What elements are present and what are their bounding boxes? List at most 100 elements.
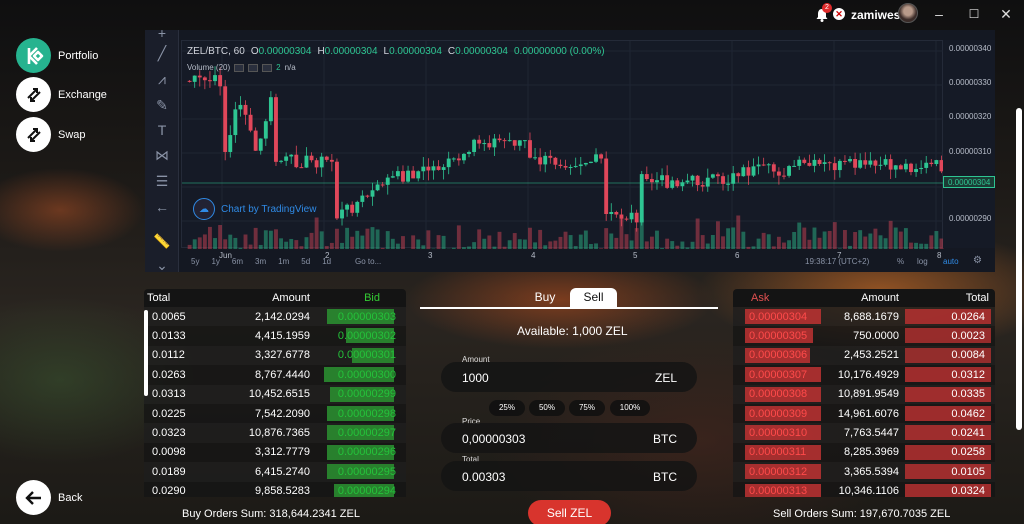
volume-bar xyxy=(355,230,360,249)
volume-bar xyxy=(812,227,817,249)
buy-order-row[interactable]: 0.0290 9,858.5283 0.00000294 xyxy=(144,481,406,497)
pattern-icon[interactable]: ⋈ xyxy=(153,146,171,164)
buy-cell-total: 0.0313 xyxy=(152,388,186,401)
percent-toggle[interactable]: % xyxy=(897,257,904,266)
buy-order-row[interactable]: 0.0263 8,767.4440 0.00000300 xyxy=(144,365,406,385)
sell-order-row[interactable]: 0.00000311 8,285.3969 0.0258 xyxy=(733,442,995,463)
auto-toggle[interactable]: auto xyxy=(943,257,959,266)
price-field[interactable]: 0,00000303 BTC xyxy=(441,423,697,453)
symbol-label[interactable]: ZEL/BTC, 60 xyxy=(187,46,245,57)
minimize-button[interactable]: – xyxy=(931,6,947,22)
back-arrow-icon[interactable]: ← xyxy=(153,198,171,216)
sell-order-row[interactable]: 0.00000307 10,176.4929 0.0312 xyxy=(733,365,995,385)
sell-order-row[interactable]: 0.00000313 10,346.1106 0.0324 xyxy=(733,481,995,497)
nav-item-back[interactable]: Back xyxy=(16,480,82,515)
brush-icon[interactable]: ✎ xyxy=(153,96,171,114)
sell-order-row[interactable]: 0.00000308 10,891.9549 0.0335 xyxy=(733,384,995,404)
buy-order-row[interactable]: 0.0323 10,876.7365 0.00000297 xyxy=(144,423,406,443)
volume-bar xyxy=(268,230,273,249)
candle-body xyxy=(289,154,294,157)
percent-75-button[interactable]: 75% xyxy=(569,400,605,416)
sell-order-row[interactable]: 0.00000312 3,365.5394 0.0105 xyxy=(733,462,995,482)
tradingview-badge[interactable]: ☁ Chart by TradingView xyxy=(193,198,316,220)
nav-item-portfolio[interactable]: Portfolio xyxy=(16,38,98,73)
total-field[interactable]: 0.00303 BTC xyxy=(441,461,697,491)
volume-bar xyxy=(853,232,858,249)
candle-body xyxy=(553,157,558,165)
buy-cell-bid: 0.00000294 xyxy=(337,485,396,497)
measure-icon[interactable]: ☰ xyxy=(153,172,171,190)
kucoin-logo-icon xyxy=(16,38,51,73)
buy-order-row[interactable]: 0.0133 4,415.1959 0.00000302 xyxy=(144,326,406,346)
candle-body xyxy=(624,218,629,220)
sell-cell-amount: 750.0000 xyxy=(853,330,899,343)
fib-icon[interactable]: ⩘ xyxy=(153,70,171,88)
close-button[interactable]: ✕ xyxy=(998,6,1014,22)
avatar[interactable] xyxy=(898,3,918,23)
drawing-toolbar: + ╱ ⩘ ✎ T ⋈ ☰ ← 📏 ⌄ xyxy=(145,25,179,274)
goto-button[interactable]: Go to... xyxy=(355,257,381,266)
username[interactable]: zamiwes xyxy=(851,8,900,22)
buy-cell-bid: 0.00000299 xyxy=(337,388,396,401)
buy-order-row[interactable]: 0.0065 2,142.0294 0.00000303 xyxy=(144,307,406,327)
remove-icon[interactable] xyxy=(262,63,273,72)
percent-100-button[interactable]: 100% xyxy=(610,400,650,416)
timeframe-1d[interactable]: 1d xyxy=(322,257,331,266)
notification-clear-icon[interactable]: ✕ xyxy=(833,8,845,20)
percent-25-button[interactable]: 25% xyxy=(489,400,525,416)
buy-book-header: Total Amount Bid xyxy=(144,289,406,307)
timeframe-5y[interactable]: 5y xyxy=(191,257,199,266)
volume-bar xyxy=(360,235,365,249)
sell-order-row[interactable]: 0.00000310 7,763.5447 0.0241 xyxy=(733,423,995,443)
tab-buy[interactable]: Buy xyxy=(527,288,563,307)
nav-item-exchange[interactable]: Exchange xyxy=(16,77,107,112)
ohlc-values: O0.00000304 H0.00000304 L0.00000304 C0.0000… xyxy=(251,46,611,57)
percent-50-button[interactable]: 50% xyxy=(529,400,565,416)
sell-order-row[interactable]: 0.00000309 14,961.6076 0.0462 xyxy=(733,403,995,424)
sell-zel-button[interactable]: Sell ZEL xyxy=(528,500,611,524)
candle-body xyxy=(197,75,202,78)
sell-order-row[interactable]: 0.00000306 2,453.2521 0.0084 xyxy=(733,345,995,366)
tradingview-logo-icon: ☁ xyxy=(193,198,215,220)
amount-field[interactable]: 1000 ZEL xyxy=(441,362,697,392)
sell-cell-ask: 0.00000308 xyxy=(749,388,808,401)
timeframe-5d[interactable]: 5d xyxy=(301,257,310,266)
candle-body xyxy=(741,167,746,177)
buy-order-row[interactable]: 0.0225 7,542.2090 0.00000298 xyxy=(144,403,406,424)
nav-item-swap[interactable]: Swap xyxy=(16,117,86,152)
settings-icon[interactable] xyxy=(248,63,259,72)
timeframe-3m[interactable]: 3m xyxy=(255,257,266,266)
sell-order-row[interactable]: 0.00000304 8,688.1679 0.0264 xyxy=(733,307,995,327)
timeframe-6m[interactable]: 6m xyxy=(232,257,243,266)
text-tool-icon[interactable]: T xyxy=(153,121,171,139)
visibility-icon[interactable] xyxy=(234,63,245,72)
tradingview-chart[interactable]: + ╱ ⩘ ✎ T ⋈ ☰ ← 📏 ⌄ ZEL/BTC, 60 O0.00000… xyxy=(145,25,995,274)
timeframe-1y[interactable]: 1y xyxy=(211,257,219,266)
trendline-icon[interactable]: ╱ xyxy=(153,44,171,62)
candle-body xyxy=(771,164,776,172)
back-arrow-icon xyxy=(16,480,51,515)
buy-order-row[interactable]: 0.0098 3,312.7779 0.00000296 xyxy=(144,442,406,463)
tab-sell[interactable]: Sell xyxy=(570,288,617,307)
buy-order-row[interactable]: 0.0189 6,415.2740 0.00000295 xyxy=(144,462,406,482)
candle-body xyxy=(208,80,212,82)
gear-icon[interactable]: ⚙ xyxy=(973,255,982,266)
log-toggle[interactable]: log xyxy=(917,257,928,266)
price-axis[interactable]: 0.00000340 0.00000330 0.00000320 0.00000310… xyxy=(943,40,995,248)
maximize-button[interactable]: ☐ xyxy=(966,6,982,22)
buy-order-row[interactable]: 0.0112 3,327.6778 0.00000301 xyxy=(144,345,406,366)
volume-bar xyxy=(736,215,741,249)
buy-order-row[interactable]: 0.0313 10,452.6515 0.00000299 xyxy=(144,384,406,404)
candle-body xyxy=(477,139,482,144)
buy-book-scrollbar[interactable] xyxy=(144,310,148,396)
candle-body xyxy=(670,180,675,188)
volume-label[interactable]: Volume (20) xyxy=(187,63,230,72)
ruler-icon[interactable]: 📏 xyxy=(153,232,171,250)
candle-body xyxy=(263,121,268,139)
timeframe-1m[interactable]: 1m xyxy=(278,257,289,266)
chevron-down-icon[interactable]: ⌄ xyxy=(153,256,171,274)
candle-body xyxy=(436,166,441,170)
volume-bar xyxy=(497,231,502,249)
page-scrollbar[interactable] xyxy=(1016,108,1022,430)
sell-order-row[interactable]: 0.00000305 750.0000 0.0023 xyxy=(733,326,995,346)
